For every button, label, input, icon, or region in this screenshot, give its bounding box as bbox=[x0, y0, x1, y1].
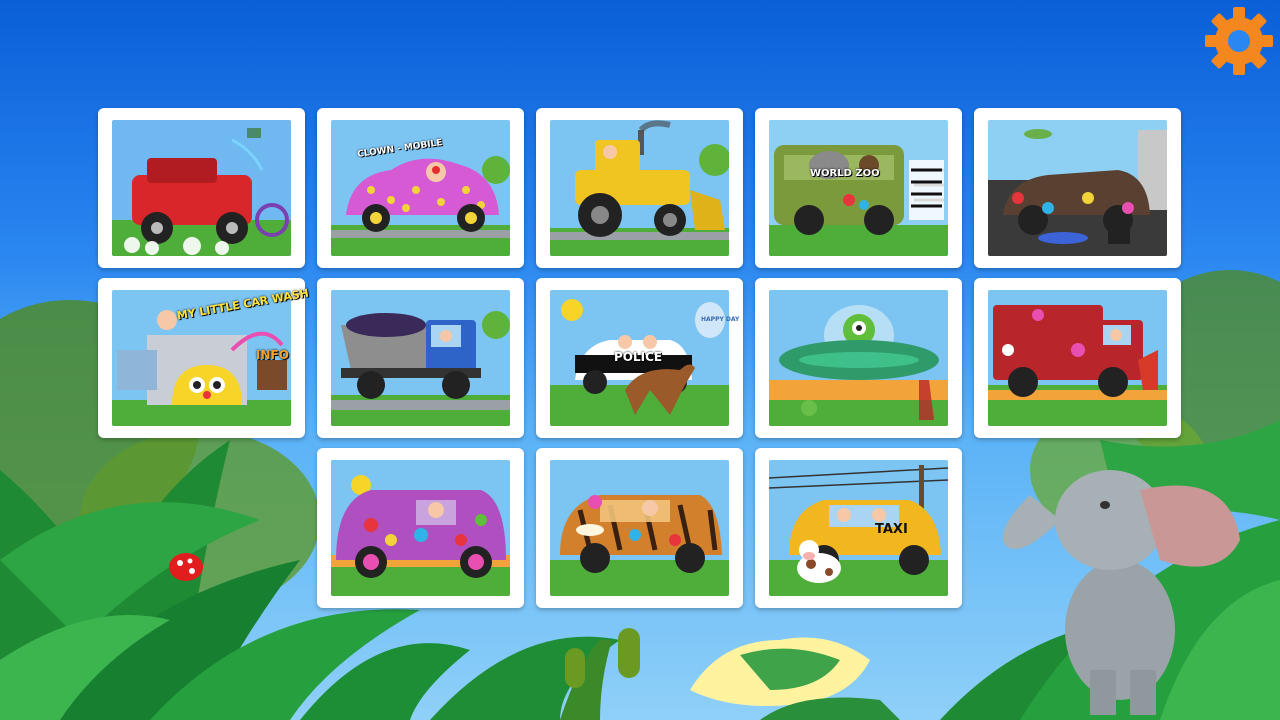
vehicle-grid: CLOWN - MOBILE WORLD ZOO MY LITTLE CAR W… bbox=[0, 0, 1280, 720]
flower-van-thumbnail bbox=[331, 460, 510, 596]
vehicle-card-police-car[interactable]: POLICE HAPPY DAY bbox=[536, 278, 743, 438]
red-jeep-thumbnail bbox=[112, 120, 291, 256]
taxi-label: TAXI bbox=[875, 522, 908, 537]
muddy-car-thumbnail bbox=[988, 120, 1167, 256]
vehicle-card-taxi[interactable]: TAXI bbox=[755, 448, 962, 608]
vehicle-card-car-wash[interactable]: MY LITTLE CAR WASH INFO bbox=[98, 278, 310, 438]
safari-bus-label: WORLD ZOO bbox=[810, 168, 880, 179]
safari-bus-thumbnail bbox=[769, 120, 948, 256]
vehicle-card-bulldozer[interactable] bbox=[536, 108, 743, 268]
tiger-car-thumbnail bbox=[550, 460, 729, 596]
vehicle-card-clown-car[interactable]: CLOWN - MOBILE bbox=[317, 108, 524, 268]
vehicle-card-red-jeep[interactable] bbox=[98, 108, 305, 268]
vehicle-card-tiger-car[interactable] bbox=[536, 448, 743, 608]
balloon-text: HAPPY DAY bbox=[701, 316, 740, 323]
vehicle-card-fire-truck[interactable] bbox=[974, 278, 1181, 438]
taxi-thumbnail bbox=[769, 460, 948, 596]
fire-truck-thumbnail bbox=[988, 290, 1167, 426]
vehicle-card-dump-truck[interactable] bbox=[317, 278, 524, 438]
info-label: INFO bbox=[256, 348, 289, 362]
vehicle-card-ufo[interactable] bbox=[755, 278, 962, 438]
vehicle-card-safari-bus[interactable]: WORLD ZOO bbox=[755, 108, 962, 268]
vehicle-card-muddy-car[interactable] bbox=[974, 108, 1181, 268]
police-label: POLICE bbox=[614, 350, 663, 364]
ufo-thumbnail bbox=[769, 290, 948, 426]
vehicle-card-flower-van[interactable] bbox=[317, 448, 524, 608]
dump-truck-thumbnail bbox=[331, 290, 510, 426]
bulldozer-thumbnail bbox=[550, 120, 729, 256]
